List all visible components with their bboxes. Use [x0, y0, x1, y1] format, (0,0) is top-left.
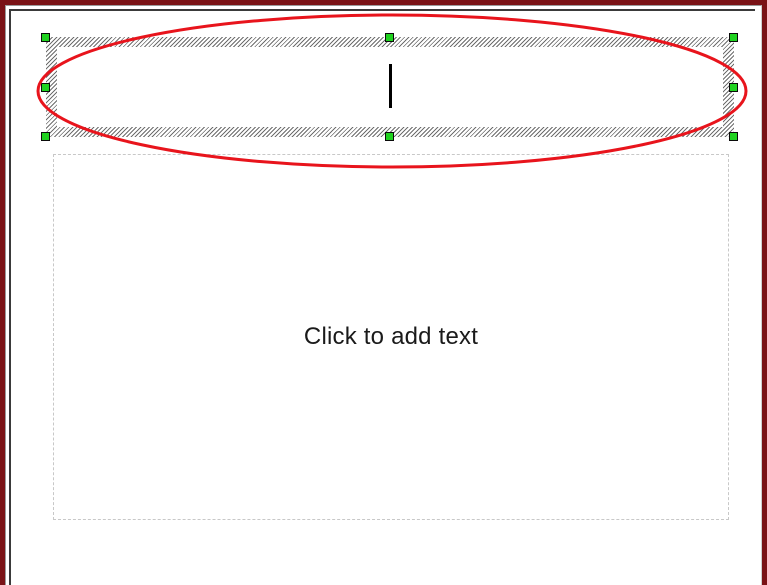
- slide-edge-left: [9, 9, 11, 585]
- text-cursor: [389, 64, 392, 108]
- resize-handle-bottom-right[interactable]: [729, 132, 738, 141]
- resize-handle-top-right[interactable]: [729, 33, 738, 42]
- resize-handle-top[interactable]: [385, 33, 394, 42]
- slide-edge-top: [9, 9, 755, 11]
- body-placeholder-label: Click to add text: [303, 323, 479, 350]
- body-placeholder[interactable]: Click to add text: [53, 154, 729, 520]
- resize-handle-top-left[interactable]: [41, 33, 50, 42]
- resize-handle-right[interactable]: [729, 83, 738, 92]
- resize-handle-left[interactable]: [41, 83, 50, 92]
- resize-handle-bottom-left[interactable]: [41, 132, 50, 141]
- resize-handle-bottom[interactable]: [385, 132, 394, 141]
